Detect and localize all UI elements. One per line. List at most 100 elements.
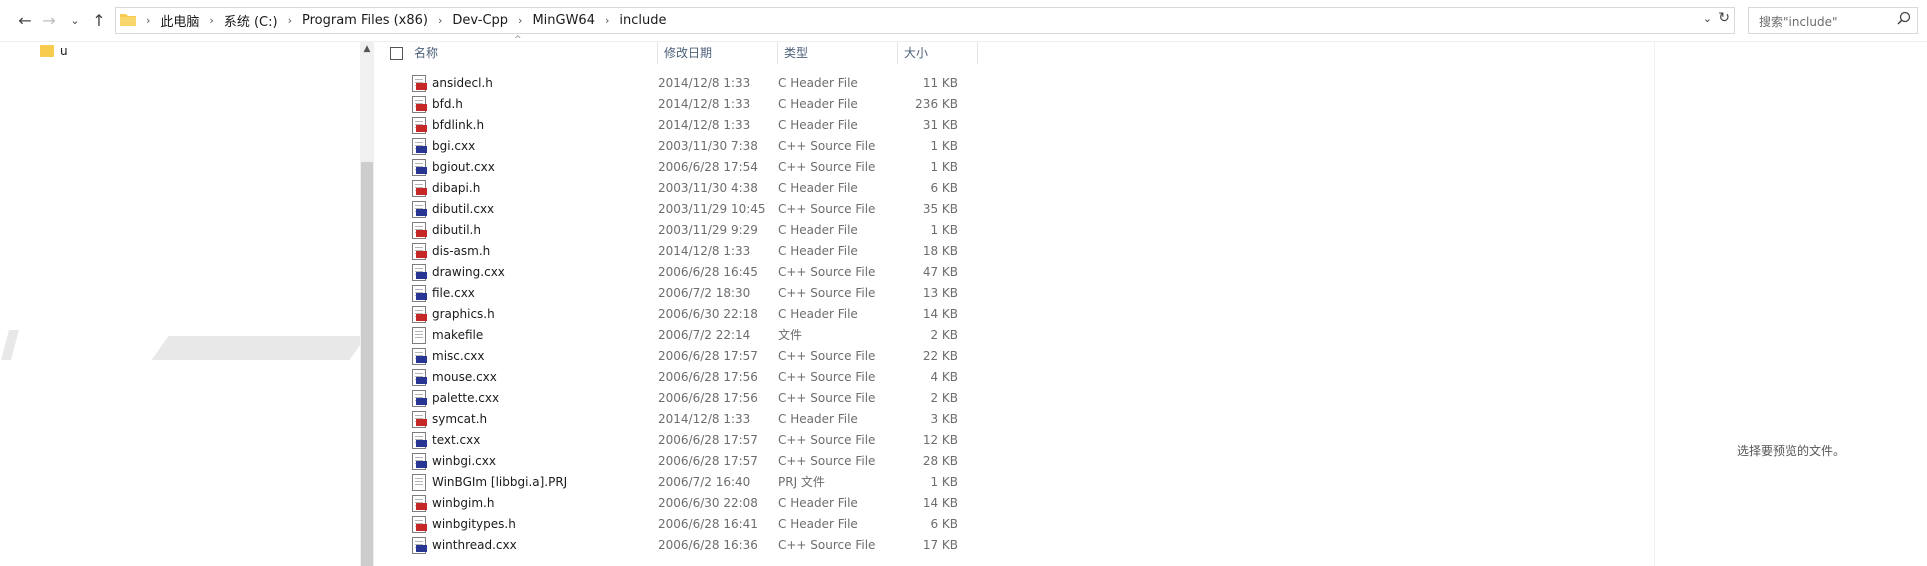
- nav-scrollbar[interactable]: ▲: [360, 42, 374, 566]
- file-row[interactable]: WinBGIm [libbgi.a].PRJ 2006/7/2 16:40 PRJ …: [374, 472, 974, 493]
- search-box[interactable]: 搜索"include": [1748, 7, 1918, 34]
- file-type-badge: [416, 272, 427, 279]
- file-row[interactable]: winbgi.cxx 2006/6/28 17:57 C++ Source File…: [374, 451, 974, 472]
- file-row[interactable]: dibutil.cxx 2003/11/29 10:45 C++ Source Fi…: [374, 199, 974, 220]
- breadcrumb-dev-cpp[interactable]: Dev-Cpp: [448, 13, 512, 28]
- file-type: C++ Source File: [778, 391, 876, 405]
- file-row[interactable]: dibutil.h 2003/11/29 9:29 C Header File 1 K…: [374, 220, 974, 241]
- file-name: dibapi.h: [432, 181, 481, 195]
- file-row[interactable]: winbgitypes.h 2006/6/28 16:41 C Header Fil…: [374, 514, 974, 535]
- file-size: 12 KB: [922, 433, 958, 447]
- file-row[interactable]: symcat.h 2014/12/8 1:33 C Header File 3 KB: [374, 409, 974, 430]
- refresh-icon[interactable]: ↻: [1718, 10, 1730, 26]
- file-type: C Header File: [778, 307, 858, 321]
- c-header-file-icon: [412, 117, 427, 134]
- file-type-badge: [416, 398, 427, 405]
- column-name[interactable]: 名称: [408, 42, 658, 64]
- column-date[interactable]: 修改日期: [658, 42, 778, 64]
- file-date: 2003/11/29 9:29: [658, 223, 758, 237]
- c-header-file-icon: [412, 180, 427, 197]
- file-name: bfdlink.h: [432, 118, 485, 132]
- file-row[interactable]: bgi.cxx 2003/11/30 7:38 C++ Source File 1 K…: [374, 136, 974, 157]
- file-size: 14 KB: [922, 496, 958, 510]
- recent-locations-button[interactable]: ⌄: [64, 8, 86, 32]
- forward-button[interactable]: →: [38, 8, 60, 32]
- file-row[interactable]: text.cxx 2006/6/28 17:57 C++ Source File 12…: [374, 430, 974, 451]
- file-name: mouse.cxx: [432, 370, 497, 384]
- file-type-badge: [416, 293, 427, 300]
- file-row[interactable]: makefile 2006/7/2 22:14 文件 2 KB: [374, 325, 974, 346]
- file-row[interactable]: bgiout.cxx 2006/6/28 17:54 C++ Source File…: [374, 157, 974, 178]
- scroll-up-icon[interactable]: ▲: [360, 44, 374, 54]
- file-type-badge: [416, 104, 427, 111]
- scrollbar-thumb[interactable]: [361, 162, 373, 566]
- preview-message: 选择要预览的文件。: [1737, 444, 1846, 458]
- nav-item-label: u: [60, 44, 68, 58]
- file-size: 3 KB: [930, 412, 958, 426]
- c-header-file-icon: [412, 75, 427, 92]
- cpp-source-file-icon: [412, 285, 427, 302]
- file-type-badge: [416, 503, 427, 510]
- column-header: ^ 名称 修改日期 类型 大小: [374, 35, 978, 64]
- file-size: 22 KB: [922, 349, 958, 363]
- file-row[interactable]: graphics.h 2006/6/30 22:18 C Header File 14…: [374, 304, 974, 325]
- file-type-badge: [416, 167, 427, 174]
- column-type[interactable]: 类型: [778, 42, 898, 64]
- file-type: C Header File: [778, 181, 858, 195]
- file-row[interactable]: palette.cxx 2006/6/28 17:56 C++ Source Fil…: [374, 388, 974, 409]
- breadcrumb-separator-icon[interactable]: ›: [432, 14, 448, 27]
- file-row[interactable]: mouse.cxx 2006/6/28 17:56 C++ Source File 4…: [374, 367, 974, 388]
- search-icon[interactable]: [1897, 11, 1911, 25]
- address-dropdown-icon[interactable]: ⌄: [1703, 12, 1712, 25]
- file-row[interactable]: drawing.cxx 2006/6/28 16:45 C++ Source Fil…: [374, 262, 974, 283]
- file-type: C Header File: [778, 244, 858, 258]
- select-all-checkbox[interactable]: [390, 47, 403, 60]
- file-size: 1 KB: [930, 160, 958, 174]
- file-date: 2014/12/8 1:33: [658, 244, 751, 258]
- breadcrumb-system-c[interactable]: 系统 (C:): [220, 11, 282, 30]
- file-size: 17 KB: [922, 538, 958, 552]
- file-row[interactable]: bfdlink.h 2014/12/8 1:33 C Header File 31 K…: [374, 115, 974, 136]
- cpp-source-file-icon: [412, 159, 427, 176]
- file-row[interactable]: winthread.cxx 2006/6/28 16:36 C++ Source F…: [374, 535, 974, 556]
- c-header-file-icon: [412, 222, 427, 239]
- file-row[interactable]: bfd.h 2014/12/8 1:33 C Header File 236 KB: [374, 94, 974, 115]
- file-date: 2006/7/2 22:14: [658, 328, 751, 342]
- breadcrumb-include[interactable]: include: [615, 13, 670, 28]
- back-button[interactable]: ←: [14, 8, 36, 32]
- nav-item[interactable]: u: [40, 44, 68, 58]
- file-date: 2014/12/8 1:33: [658, 412, 751, 426]
- file-type-badge: [416, 314, 427, 321]
- up-button[interactable]: ↑: [88, 8, 110, 32]
- column-size[interactable]: 大小: [898, 42, 978, 64]
- breadcrumb-separator-icon[interactable]: ›: [512, 14, 528, 27]
- file-name: graphics.h: [432, 307, 495, 321]
- address-bar[interactable]: › 此电脑 › 系统 (C:) › Program Files (x86) › …: [115, 7, 1735, 34]
- file-list: ^ 名称 修改日期 类型 大小 ansidecl.h 2014/12/8 1:33…: [374, 35, 1654, 566]
- file-row[interactable]: winbgim.h 2006/6/30 22:08 C Header File 14 …: [374, 493, 974, 514]
- breadcrumb-separator-icon[interactable]: ›: [203, 14, 219, 27]
- file-date: 2006/7/2 18:30: [658, 286, 751, 300]
- breadcrumb-mingw64[interactable]: MinGW64: [528, 13, 599, 28]
- file-type: C++ Source File: [778, 370, 876, 384]
- search-input[interactable]: 搜索"include": [1759, 13, 1838, 30]
- breadcrumb-separator-icon[interactable]: ›: [599, 14, 615, 27]
- file-type-badge: [416, 188, 427, 195]
- cpp-source-file-icon: [412, 264, 427, 281]
- breadcrumb-separator-icon[interactable]: ›: [282, 14, 298, 27]
- file-row[interactable]: ansidecl.h 2014/12/8 1:33 C Header File 11 …: [374, 73, 974, 94]
- file-name: file.cxx: [432, 286, 475, 300]
- file-row[interactable]: file.cxx 2006/7/2 18:30 C++ Source File 13 …: [374, 283, 974, 304]
- breadcrumb-program-files[interactable]: Program Files (x86): [298, 13, 432, 28]
- file-size: 6 KB: [930, 181, 958, 195]
- file-type: C++ Source File: [778, 160, 876, 174]
- file-type: C++ Source File: [778, 454, 876, 468]
- file-row[interactable]: dibapi.h 2003/11/30 4:38 C Header File 6 KB: [374, 178, 974, 199]
- file-row[interactable]: misc.cxx 2006/6/28 17:57 C++ Source File 22…: [374, 346, 974, 367]
- file-type-badge: [416, 545, 427, 552]
- file-type-badge: [416, 440, 427, 447]
- file-row[interactable]: dis-asm.h 2014/12/8 1:33 C Header File 18 K…: [374, 241, 974, 262]
- breadcrumb-this-pc[interactable]: 此电脑: [156, 11, 203, 30]
- breadcrumb-separator-icon[interactable]: ›: [140, 14, 156, 27]
- file-name: dibutil.cxx: [432, 202, 495, 216]
